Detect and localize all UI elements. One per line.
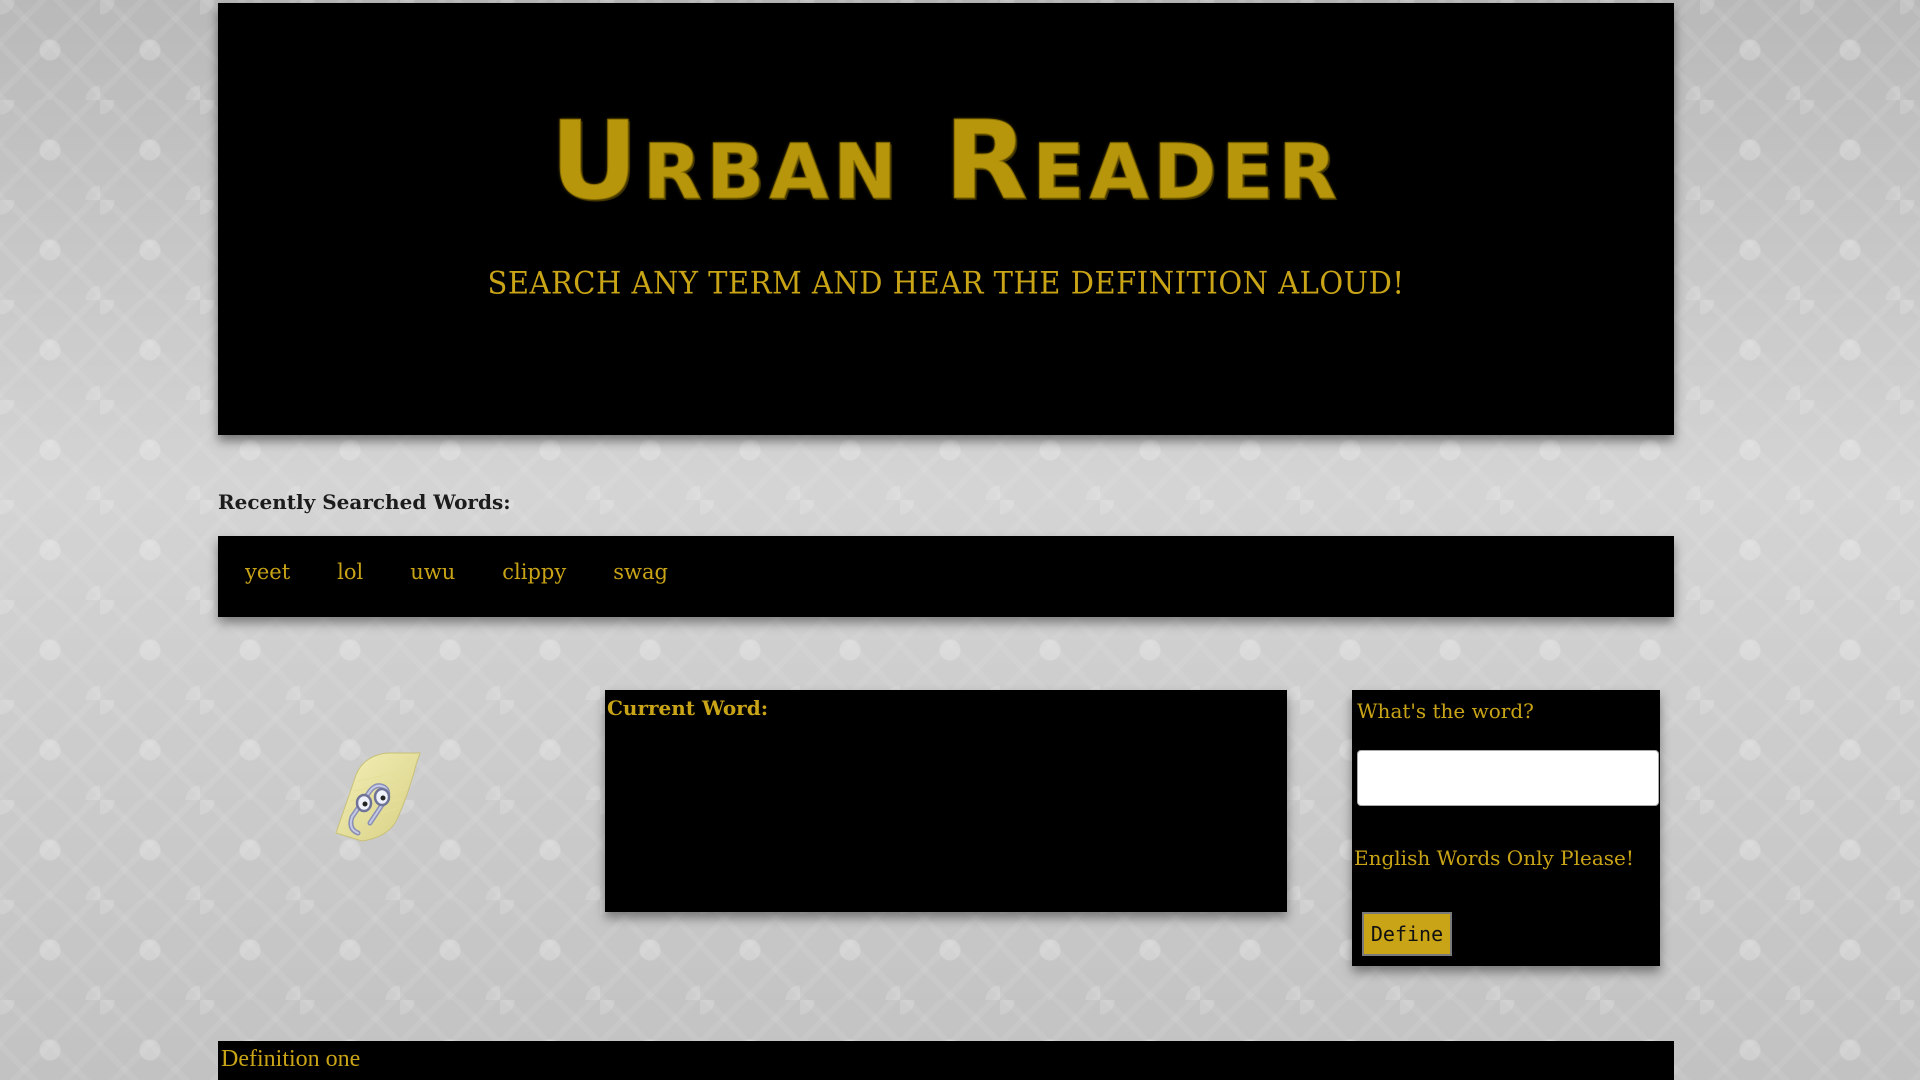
current-word-panel: Current Word: — [605, 690, 1287, 912]
recent-word-link[interactable]: yeet — [245, 560, 290, 584]
recent-words-bar: yeet lol uwu clippy swag — [218, 536, 1674, 617]
recent-word-link[interactable]: swag — [613, 560, 668, 584]
english-only-note: English Words Only Please! — [1354, 846, 1634, 870]
search-prompt-label: What's the word? — [1357, 699, 1534, 723]
recent-word-link[interactable]: uwu — [410, 560, 455, 584]
definition-bar: Definition one — [218, 1041, 1674, 1080]
recent-word-link[interactable]: lol — [337, 560, 363, 584]
recent-words-list: yeet lol uwu clippy swag — [245, 560, 715, 584]
header-banner: Urban Reader SEARCH ANY TERM AND HEAR TH… — [218, 3, 1674, 435]
site-tagline: SEARCH ANY TERM AND HEAR THE DEFINITION … — [487, 265, 1405, 301]
search-panel: What's the word? English Words Only Plea… — [1352, 690, 1660, 966]
recent-word-link[interactable]: clippy — [502, 560, 566, 584]
clippy-paperclip-icon[interactable] — [318, 745, 428, 855]
recent-words-heading: Recently Searched Words: — [218, 490, 511, 514]
definition-text: Definition one — [221, 1046, 361, 1072]
define-button[interactable]: Define — [1362, 912, 1452, 956]
site-title: Urban Reader — [550, 99, 1342, 224]
word-input[interactable] — [1357, 750, 1659, 806]
current-word-label: Current Word: — [607, 696, 769, 720]
